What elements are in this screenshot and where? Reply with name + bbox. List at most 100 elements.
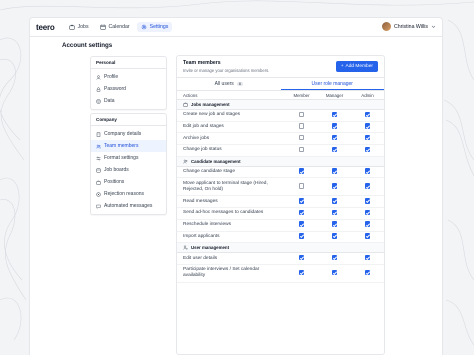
building-icon (96, 132, 101, 137)
member-cell (285, 209, 318, 218)
sidebar-item-label: Format settings (104, 155, 139, 161)
x-circle-icon (96, 191, 101, 197)
admin-checkbox[interactable] (364, 254, 371, 261)
permission-label: Change job status (183, 147, 222, 153)
member-checkbox[interactable] (298, 183, 305, 189)
admin-checkbox[interactable] (364, 183, 371, 189)
user-name: Christina Willis (393, 23, 428, 30)
member-checkbox[interactable] (298, 254, 305, 261)
admin-checkbox[interactable] (364, 111, 371, 118)
table-row: Send ad-hoc messages to candidates (177, 208, 384, 220)
admin-checkbox[interactable] (364, 146, 371, 153)
section-heading: Personal (91, 57, 166, 69)
admin-checkbox[interactable] (364, 269, 371, 276)
member-cell (285, 134, 318, 143)
member-checkbox[interactable] (298, 146, 305, 153)
manager-cell (318, 254, 351, 263)
sidebar-item-data[interactable]: Data (91, 95, 166, 107)
manager-checkbox[interactable] (331, 198, 338, 204)
admin-checkbox[interactable] (364, 123, 371, 129)
manager-checkbox[interactable] (331, 134, 338, 141)
sidebar-item-rejection-reasons[interactable]: Rejection reasons (91, 188, 166, 200)
manager-cell (318, 198, 351, 206)
nav-item-settings[interactable]: Settings (136, 22, 173, 32)
tab-label: All users (214, 81, 234, 87)
admin-checkbox[interactable] (364, 168, 371, 174)
manager-checkbox[interactable] (331, 183, 338, 189)
sidebar-item-format-settings[interactable]: Format settings (91, 152, 166, 164)
users-icon (96, 144, 101, 148)
personal-settings-card: Personal Profile Password Data (90, 56, 167, 110)
sidebar-item-label: Data (104, 98, 115, 104)
nav-item-calendar[interactable]: Calendar (96, 22, 134, 32)
sidebar-item-label: Automated messages (104, 203, 153, 209)
sidebar-item-positions[interactable]: Positions (91, 176, 166, 188)
manager-checkbox[interactable] (331, 221, 338, 227)
member-checkbox[interactable] (298, 134, 305, 141)
permission-label: Edit job and stages (183, 124, 224, 130)
admin-checkbox[interactable] (364, 198, 371, 204)
sidebar-item-automated-messages[interactable]: Automated messages (91, 200, 166, 212)
manager-checkbox[interactable] (331, 146, 338, 153)
admin-cell (351, 209, 384, 218)
admin-checkbox[interactable] (364, 221, 371, 227)
manager-checkbox[interactable] (331, 123, 338, 129)
column-header-admin: Admin (361, 92, 374, 98)
member-checkbox[interactable] (298, 221, 305, 227)
nav-item-jobs[interactable]: Jobs (65, 22, 93, 32)
admin-cell (351, 198, 384, 206)
member-checkbox[interactable] (298, 269, 305, 276)
permissions-table-body: Jobs management Create new job and stages… (177, 100, 384, 283)
member-cell (285, 221, 318, 229)
manager-cell (318, 134, 351, 143)
permission-label: Read messages (183, 198, 218, 204)
add-member-button[interactable]: + Add Member (335, 61, 378, 72)
table-row: Archive jobs (177, 133, 384, 146)
tab-user-role-manager[interactable]: User role manager (280, 78, 384, 90)
manager-checkbox[interactable] (331, 209, 338, 216)
add-member-label: Add Member (345, 64, 373, 69)
tab-all-users[interactable]: All users 8 (177, 78, 281, 90)
member-checkbox[interactable] (298, 233, 305, 239)
manager-checkbox[interactable] (331, 111, 338, 118)
table-row: Edit job and stages (177, 122, 384, 134)
app-logo[interactable]: teero (36, 23, 55, 32)
briefcase-icon (96, 180, 101, 185)
manager-checkbox[interactable] (331, 269, 338, 276)
sidebar-item-job-boards[interactable]: Job boards (91, 164, 166, 176)
user-menu[interactable]: Christina Willis (381, 22, 436, 31)
column-header-manager: Manager (325, 92, 344, 98)
table-row: Import applicants (177, 232, 384, 244)
nav-label: Jobs (77, 24, 89, 30)
manager-checkbox[interactable] (331, 233, 338, 239)
permission-label: Move applicant to terminal stage (Hired,… (183, 180, 268, 192)
table-row: Change candidate stage (177, 167, 384, 179)
member-checkbox[interactable] (298, 168, 305, 174)
member-checkbox[interactable] (298, 111, 305, 118)
table-row: Participate interviews / Set calendar av… (177, 265, 384, 283)
admin-checkbox[interactable] (364, 233, 371, 239)
manager-cell (318, 183, 351, 191)
sidebar-item-company-details[interactable]: Company details (91, 128, 166, 140)
briefcase-icon (183, 102, 188, 107)
section-heading: Company (91, 114, 166, 126)
admin-checkbox[interactable] (364, 134, 371, 141)
permission-label: Change candidate stage (183, 169, 236, 175)
sidebar-item-password[interactable]: Password (91, 83, 166, 95)
sidebar-item-label: Company details (104, 131, 142, 137)
sidebar-item-profile[interactable]: Profile (91, 71, 166, 83)
manager-checkbox[interactable] (331, 168, 338, 174)
admin-cell (351, 123, 384, 131)
member-cell (285, 254, 318, 263)
member-checkbox[interactable] (298, 198, 305, 204)
manager-checkbox[interactable] (331, 254, 338, 261)
member-cell (285, 183, 318, 191)
gear-icon (141, 24, 146, 30)
sidebar-item-team-members[interactable]: Team members (91, 140, 166, 152)
user-icon (96, 74, 101, 80)
admin-cell (351, 221, 384, 229)
member-checkbox[interactable] (298, 209, 305, 216)
admin-checkbox[interactable] (364, 209, 371, 216)
member-checkbox[interactable] (298, 123, 305, 129)
sidebar-item-label: Rejection reasons (104, 191, 145, 197)
